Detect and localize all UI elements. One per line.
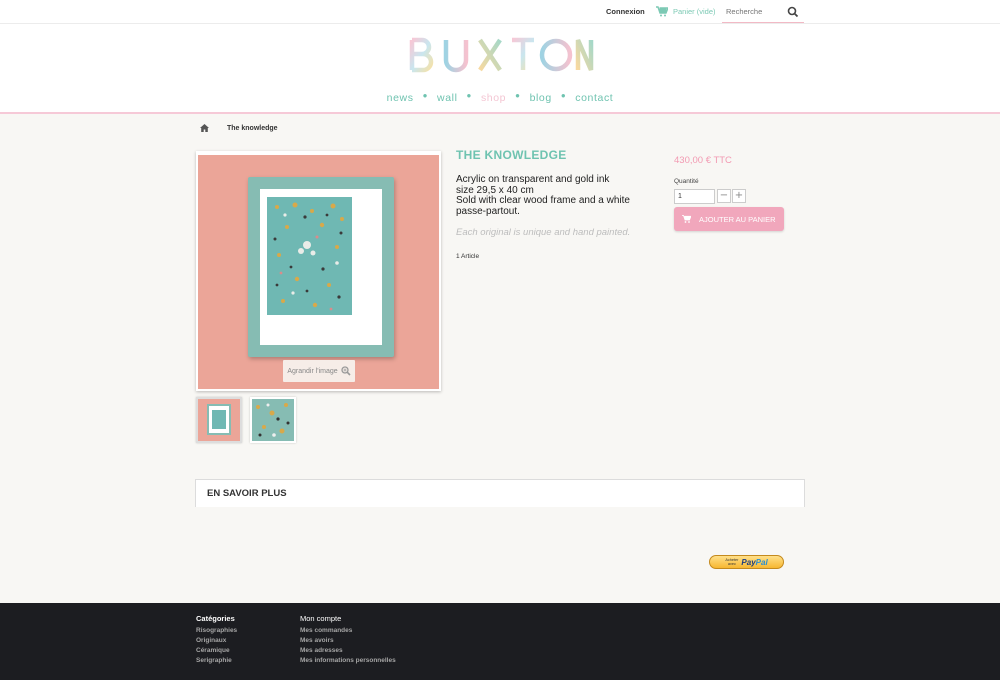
product-price: 430,00 € TTC xyxy=(674,155,732,166)
product-note: Each original is unique and hand painted… xyxy=(456,227,631,238)
footer-link[interactable]: Mes avoirs xyxy=(300,636,396,646)
footer-link[interactable]: Serigraphie xyxy=(196,656,237,666)
add-to-cart-button[interactable]: AJOUTER AU PANIER xyxy=(674,207,784,231)
footer-link[interactable]: Risographies xyxy=(196,626,237,636)
nav-item-wall[interactable]: wall xyxy=(431,92,464,104)
nav-item-news[interactable]: news xyxy=(381,92,420,104)
quantity-increase-button[interactable]: + xyxy=(732,189,746,203)
thumbnail-list xyxy=(196,397,296,443)
home-icon[interactable] xyxy=(200,124,209,132)
cart-label: Panier (vide) xyxy=(673,7,716,16)
search-box xyxy=(722,2,804,23)
quantity-label: Quantité xyxy=(674,178,699,185)
footer-categories: Catégories Risographies Originaux Cérami… xyxy=(196,614,237,666)
painting-artwork xyxy=(267,197,352,315)
paypal-small-text: Acheter avec xyxy=(725,558,739,566)
nav-separator: ● xyxy=(560,91,567,100)
breadcrumb: The knowledge xyxy=(200,124,278,132)
breadcrumb-current: The knowledge xyxy=(227,124,278,132)
add-to-cart-label: AJOUTER AU PANIER xyxy=(699,214,776,224)
paypal-button[interactable]: Acheter avec PayPal xyxy=(709,555,784,569)
painting-frame xyxy=(248,177,394,357)
search-input[interactable] xyxy=(726,7,786,16)
zoom-label: Agrandir l'image xyxy=(287,367,338,375)
zoom-icon xyxy=(341,366,351,376)
nav-item-shop[interactable]: shop xyxy=(475,92,512,104)
cart-link[interactable]: Panier (vide) xyxy=(656,6,716,17)
login-link[interactable]: Connexion xyxy=(606,7,645,16)
footer-link[interactable]: Mes informations personnelles xyxy=(300,656,396,666)
top-bar: Connexion Panier (vide) xyxy=(0,0,1000,24)
quantity-decrease-button[interactable]: − xyxy=(717,189,731,203)
more-info-title: EN SAVOIR PLUS xyxy=(207,488,287,499)
description-line: Sold with clear wood frame and a white p… xyxy=(456,195,630,217)
footer-link[interactable]: Mes commandes xyxy=(300,626,396,636)
search-icon[interactable] xyxy=(787,6,799,18)
brand-logo[interactable] xyxy=(408,36,594,76)
nav-separator: ● xyxy=(515,91,521,100)
footer-account-title: Mon compte xyxy=(300,614,342,623)
nav-item-blog[interactable]: blog xyxy=(524,92,558,104)
paypal-logo: PayPal xyxy=(741,557,768,567)
cart-icon xyxy=(656,6,668,17)
nav-separator: ● xyxy=(422,91,429,100)
footer-link[interactable]: Céramique xyxy=(196,646,237,656)
product-main-image[interactable]: Agrandir l'image xyxy=(196,151,441,391)
zoom-image-button[interactable]: Agrandir l'image xyxy=(283,360,355,382)
more-info-panel: EN SAVOIR PLUS xyxy=(195,479,805,507)
site-header: news ● wall ● shop ● blog ● contact xyxy=(0,24,1000,114)
nav-item-contact[interactable]: contact xyxy=(569,92,619,104)
thumbnail-1[interactable] xyxy=(196,397,242,443)
stock-count: 1 Article xyxy=(456,253,480,260)
cart-icon xyxy=(682,215,691,223)
site-footer: Catégories Risographies Originaux Cérami… xyxy=(0,603,1000,680)
description-line: Acrylic on transparent and gold ink xyxy=(456,174,610,185)
nav-separator: ● xyxy=(466,91,472,100)
footer-link[interactable]: Mes adresses xyxy=(300,646,396,656)
footer-categories-title: Catégories xyxy=(196,614,235,623)
quantity-input[interactable] xyxy=(674,189,715,204)
thumbnail-2[interactable] xyxy=(250,397,296,443)
product-title: THE KNOWLEDGE xyxy=(456,148,567,162)
product-description: Acrylic on transparent and gold ink size… xyxy=(456,174,656,217)
footer-account: Mon compte Mes commandes Mes avoirs Mes … xyxy=(300,614,396,666)
footer-link[interactable]: Originaux xyxy=(196,636,237,646)
main-nav: news ● wall ● shop ● blog ● contact xyxy=(0,91,1000,104)
